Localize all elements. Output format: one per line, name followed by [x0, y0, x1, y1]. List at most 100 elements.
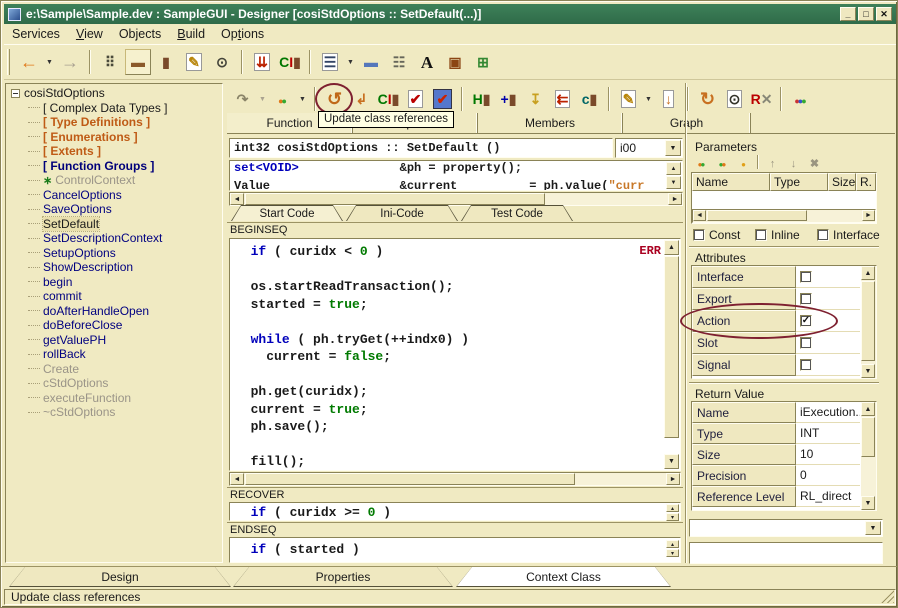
menu-build[interactable]: Build [169, 26, 213, 42]
attribute-checkbox[interactable]: ✓ [800, 315, 812, 327]
scroll-right-button[interactable]: ► [668, 193, 682, 205]
tab-properties[interactable]: Properties [233, 567, 453, 587]
insert-parameter-button[interactable]: ●● [713, 154, 732, 171]
extra-combo[interactable]: ▼ [689, 519, 883, 537]
delete-parameter-button[interactable]: ✖ [805, 154, 824, 171]
endseq-scroll-up[interactable]: ▴ [666, 540, 679, 548]
tab-context-class[interactable]: Context Class [456, 567, 671, 587]
tab-test-code[interactable]: Test Code [461, 205, 573, 221]
scroll-thumb[interactable] [707, 210, 807, 221]
attribute-value-cell[interactable]: ✓ [796, 310, 860, 332]
attribute-checkbox[interactable] [800, 271, 812, 283]
add-parameter-button[interactable]: ●● [692, 154, 711, 171]
attribute-name-cell[interactable]: Signal [692, 354, 796, 376]
tab-design[interactable]: Design [9, 567, 231, 587]
scroll-thumb[interactable] [861, 417, 875, 457]
tree-item-canceloptions[interactable]: CancelOptions [6, 188, 222, 203]
tree-item--type-definitions-[interactable]: [ Type Definitions ] [6, 115, 222, 130]
minimize-button[interactable]: _ [840, 7, 856, 21]
edit-notes-button[interactable]: ✎ [616, 87, 641, 112]
attribute-value-cell[interactable] [796, 332, 860, 354]
tree-item-begin[interactable]: begin [6, 275, 222, 290]
recover-scroll-up[interactable]: ▴ [666, 504, 679, 512]
back-history-caret[interactable]: ▼ [43, 49, 56, 75]
copy-parameter-button[interactable]: ● [734, 154, 753, 171]
parameters-caret[interactable]: ▼ [296, 86, 309, 112]
checkbox-inline[interactable]: Inline [755, 228, 800, 242]
parameters-hscrollbar[interactable]: ◄ ► [692, 209, 876, 223]
return-name-cell[interactable]: Precision [692, 465, 796, 486]
tree-expander[interactable] [11, 89, 20, 98]
tab-members[interactable]: Members [478, 113, 623, 133]
menu-objects[interactable]: Objects [111, 26, 169, 42]
resize-grip[interactable] [881, 590, 894, 603]
edit-source-button[interactable]: ✎ [181, 49, 207, 75]
attribute-value-cell[interactable] [796, 266, 860, 288]
open-version-caret[interactable]: ▼ [256, 86, 269, 112]
return-name-cell[interactable]: Name [692, 402, 796, 423]
scroll-left-button[interactable]: ◄ [693, 210, 706, 221]
relation-graph-button[interactable]: ●●● [788, 87, 813, 112]
attribute-checkbox[interactable] [800, 337, 812, 349]
code-vscrollbar[interactable]: ▲ ▼ [664, 240, 679, 469]
endseq-scroll-down[interactable]: ▾ [666, 549, 679, 557]
scroll-right-button[interactable]: ► [862, 210, 875, 221]
tree-item--enumerations-[interactable]: [ Enumerations ] [6, 130, 222, 145]
declaration-scroll-up[interactable]: ▲ [666, 162, 681, 175]
class-tree-panel[interactable]: cosiStdOptions[ Complex Data Types ][ Ty… [5, 83, 223, 563]
scroll-left-button[interactable]: ◄ [230, 473, 244, 485]
return-value-cell[interactable]: iExecution... [796, 402, 860, 423]
description-field[interactable] [689, 542, 883, 564]
checkbox-box[interactable] [693, 229, 705, 241]
check-code-button[interactable]: ✔ [403, 87, 428, 112]
export-doc-button[interactable]: ↓ [656, 87, 681, 112]
return-value-cell[interactable]: INT [796, 423, 860, 444]
assign-code-button[interactable]: ↲ [349, 87, 374, 112]
edit-notes-caret[interactable]: ▼ [642, 86, 655, 112]
menu-services[interactable]: Services [4, 26, 68, 42]
list-view-button[interactable]: ☰ [317, 49, 343, 75]
form-view-button[interactable]: ⊞ [470, 49, 496, 75]
move-up-button[interactable]: ↑ [763, 154, 782, 171]
scroll-left-button[interactable]: ◄ [230, 193, 244, 205]
recover-scroll-down[interactable]: ▾ [666, 513, 679, 521]
scroll-down-button[interactable]: ▼ [664, 454, 679, 469]
header-class-button[interactable]: H▮ [469, 87, 494, 112]
archive-button[interactable]: ☷ [386, 49, 412, 75]
return-vscrollbar[interactable]: ▲▼ [861, 402, 876, 510]
class-ref-button[interactable]: CI▮ [376, 87, 401, 112]
tree-item-rollback[interactable]: rollBack [6, 347, 222, 362]
tree-item-create[interactable]: Create [6, 362, 222, 377]
panel-divider[interactable] [685, 83, 687, 563]
find-doc-button[interactable]: ⊙ [722, 87, 747, 112]
beginseq-code-editor[interactable]: if ( curidx < 0 ) os.startReadTransactio… [229, 238, 681, 471]
tree-item-doafterhandleopen[interactable]: doAfterHandleOpen [6, 304, 222, 319]
scroll-thumb[interactable] [245, 193, 545, 205]
tree-item-getvalueph[interactable]: getValuePH [6, 333, 222, 348]
scroll-down-button[interactable]: ▼ [861, 496, 875, 510]
return-value-cell[interactable]: 10 [796, 444, 860, 465]
declaration-hscrollbar[interactable]: ◄ ► [229, 192, 683, 206]
replace-refs-button[interactable]: R✕ [749, 87, 774, 112]
code-hscrollbar[interactable]: ◄ ► [229, 472, 681, 486]
return-name-cell[interactable]: Type [692, 423, 796, 444]
return-value-cell[interactable]: RL_direct [796, 486, 860, 507]
checkbox-box[interactable] [817, 229, 829, 241]
tree-item-commit[interactable]: commit [6, 289, 222, 304]
checkbox-interface[interactable]: Interface [817, 228, 880, 242]
forward-button[interactable]: → [57, 49, 83, 75]
attribute-name-cell[interactable]: Action [692, 310, 796, 332]
attribute-name-cell[interactable]: Export [692, 288, 796, 310]
return-name-cell[interactable]: Reference Level [692, 486, 796, 507]
printer-button[interactable]: ▬ [358, 49, 384, 75]
tree-item--complex-data-types-[interactable]: [ Complex Data Types ] [6, 101, 222, 116]
move-down-button[interactable]: ↓ [784, 154, 803, 171]
class-instance-button[interactable]: CI▮ [277, 49, 303, 75]
scroll-thumb[interactable] [861, 281, 875, 361]
scroll-thumb[interactable] [664, 256, 679, 438]
update-class-references-button[interactable]: ↺ [322, 87, 347, 112]
tree-item-cstdoptions[interactable]: cStdOptions [6, 376, 222, 391]
eraser-button[interactable]: ▬ [125, 49, 151, 75]
tree-item-dobeforeclose[interactable]: doBeforeClose [6, 318, 222, 333]
tree-item--function-groups-[interactable]: [ Function Groups ] [6, 159, 222, 174]
